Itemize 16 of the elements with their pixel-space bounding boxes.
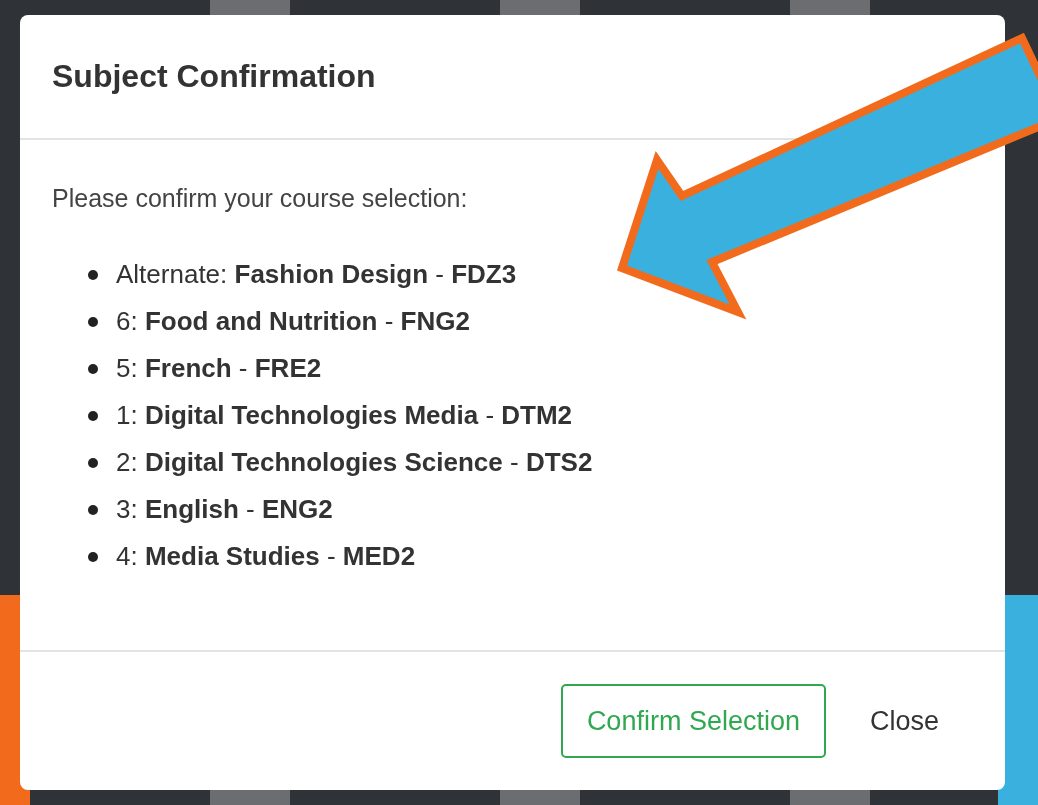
- modal-title: Subject Confirmation: [52, 58, 376, 95]
- prompt-text: Please confirm your course selection:: [52, 184, 469, 213]
- bullet-icon: [88, 504, 98, 515]
- bullet-icon: [88, 551, 98, 562]
- course-item: 4: Media Studies - MED2: [116, 541, 416, 572]
- bullet-icon: [88, 410, 98, 421]
- course-item: 3: English - ENG2: [116, 494, 333, 525]
- bullet-icon: [88, 269, 98, 280]
- bullet-icon: [88, 363, 98, 374]
- course-item: 6: Food and Nutrition - FNG2: [116, 306, 470, 337]
- bullet-icon: [88, 457, 98, 468]
- bullet-icon: [88, 316, 98, 327]
- course-item: 5: French - FRE2: [116, 353, 322, 384]
- course-item: 2: Digital Technologies Science - DTS2: [116, 447, 593, 478]
- course-item: 1: Digital Technologies Media - DTM2: [116, 400, 573, 431]
- course-item: Alternate: Fashion Design - FDZ3: [116, 259, 517, 290]
